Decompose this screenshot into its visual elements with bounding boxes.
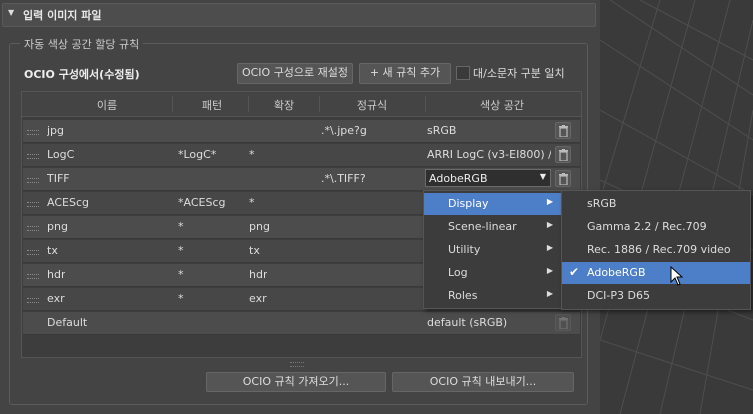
header-colorspace[interactable]: 색상 공간 <box>442 97 562 113</box>
header-pattern[interactable]: 패턴 <box>182 97 242 113</box>
menu-item-roles[interactable]: Roles ▶ <box>424 285 561 307</box>
rule-extension: exr <box>249 292 267 305</box>
menu-item-scene-linear[interactable]: Scene-linear ▶ <box>424 216 561 238</box>
chevron-right-icon: ▶ <box>546 289 553 298</box>
mouse-pointer-icon <box>670 265 684 289</box>
case-sensitive-label: 대/소문자 구분 일치 <box>473 67 565 80</box>
menu-item-log[interactable]: Log ▶ <box>424 262 561 284</box>
drag-handle[interactable] <box>27 178 39 183</box>
menu-item-utility[interactable]: Utility ▶ <box>424 239 561 261</box>
rule-pattern: * <box>178 220 184 233</box>
rule-colorspace: ARRI LogC (v3-EI800) / A <box>427 148 551 161</box>
triangle-down-icon[interactable]: ▼ <box>8 8 14 17</box>
chevron-right-icon: ▶ <box>546 220 553 229</box>
chevron-right-icon: ▶ <box>546 266 553 275</box>
add-rule-button[interactable]: + 새 규칙 추가 <box>359 63 451 84</box>
drag-handle[interactable] <box>27 298 39 303</box>
menu-item-adobergb[interactable]: ✔ AdobeRGB <box>562 262 750 284</box>
header-divider[interactable] <box>319 96 320 112</box>
import-rules-button[interactable]: OCIO 규칙 가져오기... <box>206 372 386 392</box>
case-sensitive-checkbox[interactable] <box>456 66 470 80</box>
checkmark-icon: ✔ <box>569 265 580 279</box>
colorspace-category-menu: Display ▶ Scene-linear ▶ Utility ▶ Log ▶… <box>423 190 562 309</box>
rule-name: png <box>47 220 68 233</box>
splitter-handle[interactable] <box>290 362 304 367</box>
rule-colorspace: sRGB <box>427 124 457 137</box>
header-divider[interactable] <box>248 96 249 112</box>
rule-pattern: * <box>178 268 184 281</box>
header-divider[interactable] <box>425 96 426 112</box>
rule-colorspace: default (sRGB) <box>427 316 508 329</box>
trash-icon[interactable] <box>555 122 571 139</box>
rule-name: ACEScg <box>47 196 89 209</box>
menu-item-rec1886[interactable]: Rec. 1886 / Rec.709 video <box>562 239 750 261</box>
chevron-down-icon: ▼ <box>539 172 546 181</box>
rule-pattern: * <box>178 244 184 257</box>
rule-name: hdr <box>47 268 66 281</box>
group-title: 자동 색상 공간 할당 규칙 <box>20 36 144 52</box>
rule-pattern: * <box>178 292 184 305</box>
menu-item-gamma22[interactable]: Gamma 2.2 / Rec.709 <box>562 216 750 238</box>
drag-handle[interactable] <box>27 202 39 207</box>
colorspace-dropdown-value: AdobeRGB <box>429 172 488 185</box>
rule-name: jpg <box>47 124 65 137</box>
rule-name: LogC <box>47 148 75 161</box>
rule-name: exr <box>47 292 65 305</box>
menu-item-label: Gamma 2.2 / Rec.709 <box>587 220 707 233</box>
rule-regex: .*\.TIFF? <box>321 172 366 185</box>
table-row[interactable]: jpg .*\.jpe?g sRGB <box>23 120 580 143</box>
rule-extension: * <box>249 148 255 161</box>
rule-name: Default <box>47 316 88 329</box>
trash-icon[interactable] <box>555 170 571 187</box>
rule-extension: tx <box>249 244 260 257</box>
reset-ocio-button[interactable]: OCIO 구성으로 재설정 <box>237 63 353 84</box>
table-row[interactable]: LogC *LogC* * ARRI LogC (v3-EI800) / A <box>23 144 580 167</box>
header-extension[interactable]: 확장 <box>254 97 314 113</box>
header-regex[interactable]: 정규식 <box>332 97 412 113</box>
drag-handle[interactable] <box>27 226 39 231</box>
drag-handle[interactable] <box>27 154 39 159</box>
menu-item-label: DCI-P3 D65 <box>587 289 650 302</box>
rule-regex: .*\.jpe?g <box>321 124 367 137</box>
menu-item-label: Scene-linear <box>448 220 517 233</box>
rule-name: tx <box>47 244 58 257</box>
drag-handle[interactable] <box>27 250 39 255</box>
drag-handle[interactable] <box>27 274 39 279</box>
table-header: 이름 패턴 확장 정규식 색상 공간 <box>22 92 581 117</box>
header-divider[interactable] <box>172 96 173 112</box>
rollout-header[interactable]: ▼ 입력 이미지 파일 <box>2 3 596 27</box>
menu-item-display[interactable]: Display ▶ <box>424 193 561 215</box>
menu-item-label: Display <box>448 197 489 210</box>
header-name[interactable]: 이름 <box>72 97 142 113</box>
ocio-config-label: OCIO 구성에서(수정됨) <box>24 68 140 81</box>
export-rules-button[interactable]: OCIO 규칙 내보내기... <box>392 372 574 392</box>
menu-item-label: AdobeRGB <box>587 266 646 279</box>
menu-item-label: Roles <box>448 289 478 302</box>
chevron-right-icon: ▶ <box>546 243 553 252</box>
menu-item-label: Log <box>448 266 468 279</box>
chevron-right-icon: ▶ <box>546 197 553 206</box>
colorspace-dropdown[interactable]: AdobeRGB ▼ <box>425 169 551 187</box>
rule-name: TIFF <box>47 172 70 185</box>
drag-handle[interactable] <box>27 130 39 135</box>
menu-item-dci-p3[interactable]: DCI-P3 D65 <box>562 285 750 307</box>
rule-extension: png <box>249 220 270 233</box>
rollout-title: 입력 이미지 파일 <box>23 9 102 22</box>
display-submenu: sRGB Gamma 2.2 / Rec.709 Rec. 1886 / Rec… <box>561 190 751 310</box>
rule-extension: hdr <box>249 268 268 281</box>
trash-icon[interactable] <box>555 146 571 163</box>
table-row[interactable]: TIFF .*\.TIFF? AdobeRGB ▼ <box>23 168 580 191</box>
menu-item-label: Utility <box>448 243 481 256</box>
trash-icon <box>555 314 571 331</box>
rule-extension: * <box>249 196 255 209</box>
menu-item-label: sRGB <box>587 197 617 210</box>
rule-pattern: *LogC* <box>178 148 217 161</box>
menu-item-label: Rec. 1886 / Rec.709 video <box>587 243 731 256</box>
rule-pattern: *ACEScg <box>178 196 226 209</box>
menu-item-srgb[interactable]: sRGB <box>562 193 750 215</box>
table-row-default[interactable]: Default default (sRGB) <box>23 312 580 335</box>
